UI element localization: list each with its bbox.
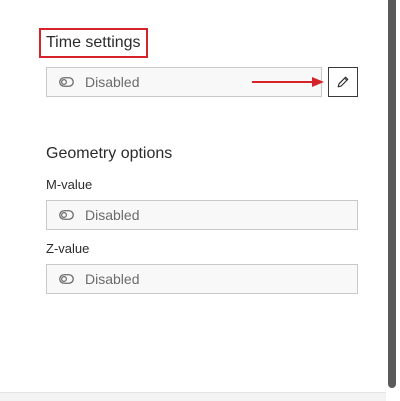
time-settings-title: Time settings	[46, 34, 141, 51]
m-value-field: Disabled	[46, 200, 358, 230]
annotation-arrow	[252, 77, 324, 87]
toggle-off-icon	[59, 210, 74, 220]
time-settings-value: Disabled	[85, 74, 140, 90]
vertical-scrollbar[interactable]	[386, 0, 400, 400]
toggle-off-icon	[59, 274, 74, 284]
pencil-icon	[337, 76, 349, 88]
z-value-label: Z-value	[46, 241, 90, 256]
toggle-off-icon	[59, 77, 74, 87]
m-value-value: Disabled	[85, 207, 140, 223]
geometry-options-title: Geometry options	[46, 145, 173, 162]
z-value-value: Disabled	[85, 271, 140, 287]
settings-panel: Time settings Disabled Geometry options …	[0, 0, 386, 392]
m-value-label: M-value	[46, 177, 93, 192]
z-value-field: Disabled	[46, 264, 358, 294]
scrollbar-thumb[interactable]	[388, 0, 396, 388]
edit-time-settings-button[interactable]	[328, 67, 358, 97]
